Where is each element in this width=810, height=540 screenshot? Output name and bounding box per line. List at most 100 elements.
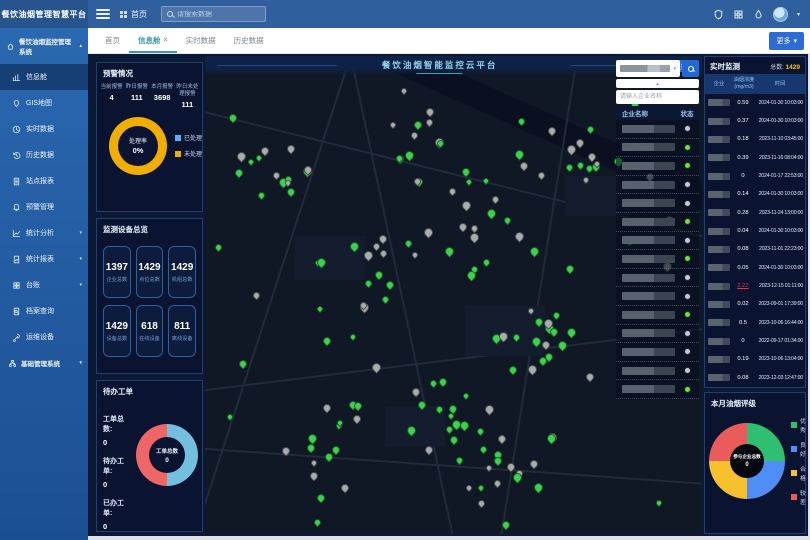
realtime-row[interactable]: 02022-09-17 01:34:00: [705, 332, 805, 350]
realtime-row[interactable]: 0.082023-11-01 22:23:00: [705, 240, 805, 258]
map-marker-offline[interactable]: [321, 402, 332, 413]
tab-4[interactable]: 历史数据: [225, 29, 273, 53]
map-marker-offline[interactable]: [483, 403, 496, 416]
map-marker-online[interactable]: [655, 498, 663, 506]
flame-icon[interactable]: [753, 9, 764, 20]
map-marker-online[interactable]: [448, 434, 459, 445]
map-marker-offline[interactable]: [423, 226, 436, 239]
realtime-row[interactable]: 0.372024-01-30 10:03:00: [705, 112, 805, 130]
company-row[interactable]: [616, 325, 699, 344]
company-row[interactable]: [616, 287, 699, 306]
map-marker-online[interactable]: [255, 154, 263, 162]
map-marker-offline[interactable]: [457, 222, 468, 233]
sidebar-item-6[interactable]: 预警管理: [0, 194, 88, 220]
sidebar-item-9[interactable]: 台账▾: [0, 272, 88, 298]
map-marker-online[interactable]: [363, 279, 373, 289]
map-marker-offline[interactable]: [425, 118, 435, 128]
global-search[interactable]: [161, 6, 266, 22]
collapse-handle[interactable]: ▴: [616, 79, 699, 88]
map-marker-offline[interactable]: [379, 249, 389, 259]
map-marker-offline[interactable]: [584, 371, 595, 382]
map-marker-offline[interactable]: [485, 464, 493, 472]
map-marker-online[interactable]: [485, 208, 498, 221]
realtime-row[interactable]: 0.052024-01-30 10:03:00: [705, 259, 805, 277]
region-select[interactable]: ▾: [616, 60, 680, 77]
map-marker-offline[interactable]: [370, 361, 383, 374]
map-marker-offline[interactable]: [409, 130, 419, 140]
map-marker-offline[interactable]: [469, 224, 479, 234]
map-marker-online[interactable]: [565, 326, 578, 339]
sidebar-group-base-system[interactable]: 基础管理系统 ▾: [0, 350, 88, 376]
map-marker-online[interactable]: [532, 481, 545, 494]
map-marker-offline[interactable]: [518, 160, 529, 171]
map-marker-online[interactable]: [316, 305, 324, 313]
company-row[interactable]: [616, 176, 699, 195]
company-row[interactable]: [616, 306, 699, 325]
sidebar-item-7[interactable]: 统计分析▾: [0, 220, 88, 246]
company-row[interactable]: [616, 194, 699, 213]
map-marker-online[interactable]: [443, 245, 456, 258]
map-marker-online[interactable]: [214, 242, 224, 252]
map-marker-offline[interactable]: [496, 433, 507, 444]
apps-grid-icon[interactable]: [733, 9, 744, 20]
map-marker-online[interactable]: [552, 310, 562, 320]
map-marker-offline[interactable]: [340, 483, 351, 494]
realtime-row[interactable]: 0.182023-11-10 03:45:00: [705, 130, 805, 148]
map-marker-offline[interactable]: [308, 470, 319, 481]
map-marker-offline[interactable]: [464, 484, 472, 492]
company-row[interactable]: [616, 232, 699, 251]
map-marker-online[interactable]: [373, 270, 384, 281]
map-marker-offline[interactable]: [477, 498, 487, 508]
map-marker-online[interactable]: [381, 295, 391, 305]
map-marker-online[interactable]: [233, 167, 244, 178]
map-marker-online[interactable]: [247, 158, 255, 166]
map-marker-offline[interactable]: [460, 199, 473, 212]
hamburger-menu-icon[interactable]: [96, 9, 110, 19]
realtime-row[interactable]: 0.192023-10-06 13:04:00: [705, 350, 805, 368]
map-marker-online[interactable]: [403, 239, 413, 249]
map-marker-offline[interactable]: [491, 195, 501, 205]
realtime-row[interactable]: 0.042024-01-30 10:03:00: [705, 222, 805, 240]
company-search-button[interactable]: [682, 60, 699, 77]
map-marker-online[interactable]: [349, 333, 357, 341]
map-marker-online[interactable]: [477, 484, 485, 492]
company-name-input[interactable]: [616, 90, 699, 104]
map-marker-online[interactable]: [564, 263, 575, 274]
map-marker-online[interactable]: [513, 148, 526, 161]
realtime-row[interactable]: 0.592024-01-30 10:03:00: [705, 94, 805, 112]
realtime-row[interactable]: 0.022023-09-01 17:39:00: [705, 295, 805, 313]
map-marker-online[interactable]: [315, 492, 326, 503]
sidebar-item-10[interactable]: 档案查询: [0, 298, 88, 324]
map-marker-offline[interactable]: [388, 121, 396, 129]
map-marker-online[interactable]: [438, 377, 449, 388]
map-marker-online[interactable]: [503, 216, 513, 226]
map-marker-online[interactable]: [384, 279, 395, 290]
map-marker-online[interactable]: [322, 335, 333, 346]
close-tab-icon[interactable]: ×: [164, 37, 168, 44]
company-row[interactable]: [616, 139, 699, 158]
map-marker-offline[interactable]: [260, 145, 271, 156]
map-marker-online[interactable]: [576, 160, 586, 170]
sidebar-item-2[interactable]: GIS地图: [0, 90, 88, 116]
map-marker-online[interactable]: [528, 245, 541, 258]
map-marker-offline[interactable]: [400, 87, 408, 95]
map-marker-online[interactable]: [556, 339, 569, 352]
company-row[interactable]: [616, 362, 699, 381]
map-marker-offline[interactable]: [536, 170, 546, 180]
company-row[interactable]: [616, 250, 699, 269]
sidebar-item-3[interactable]: 实时数据: [0, 116, 88, 142]
company-row[interactable]: [616, 120, 699, 139]
map-marker-offline[interactable]: [352, 413, 363, 424]
company-row[interactable]: [616, 343, 699, 362]
realtime-row[interactable]: 02024-01-17 22:53:00: [705, 167, 805, 185]
realtime-row[interactable]: 0.52023-10-06 16:44:00: [705, 314, 805, 332]
map-marker-offline[interactable]: [513, 230, 526, 243]
map-marker-online[interactable]: [462, 391, 470, 399]
map-marker-online[interactable]: [227, 112, 238, 123]
map-marker-offline[interactable]: [252, 291, 262, 301]
sidebar-group-monitor-system[interactable]: 餐饮油烟监控管理系统 ▴: [0, 28, 88, 64]
company-row[interactable]: [616, 213, 699, 232]
map-marker-offline[interactable]: [410, 251, 418, 259]
company-row[interactable]: [616, 157, 699, 176]
realtime-row[interactable]: 2.222023-12-15 01:11:00: [705, 277, 805, 295]
